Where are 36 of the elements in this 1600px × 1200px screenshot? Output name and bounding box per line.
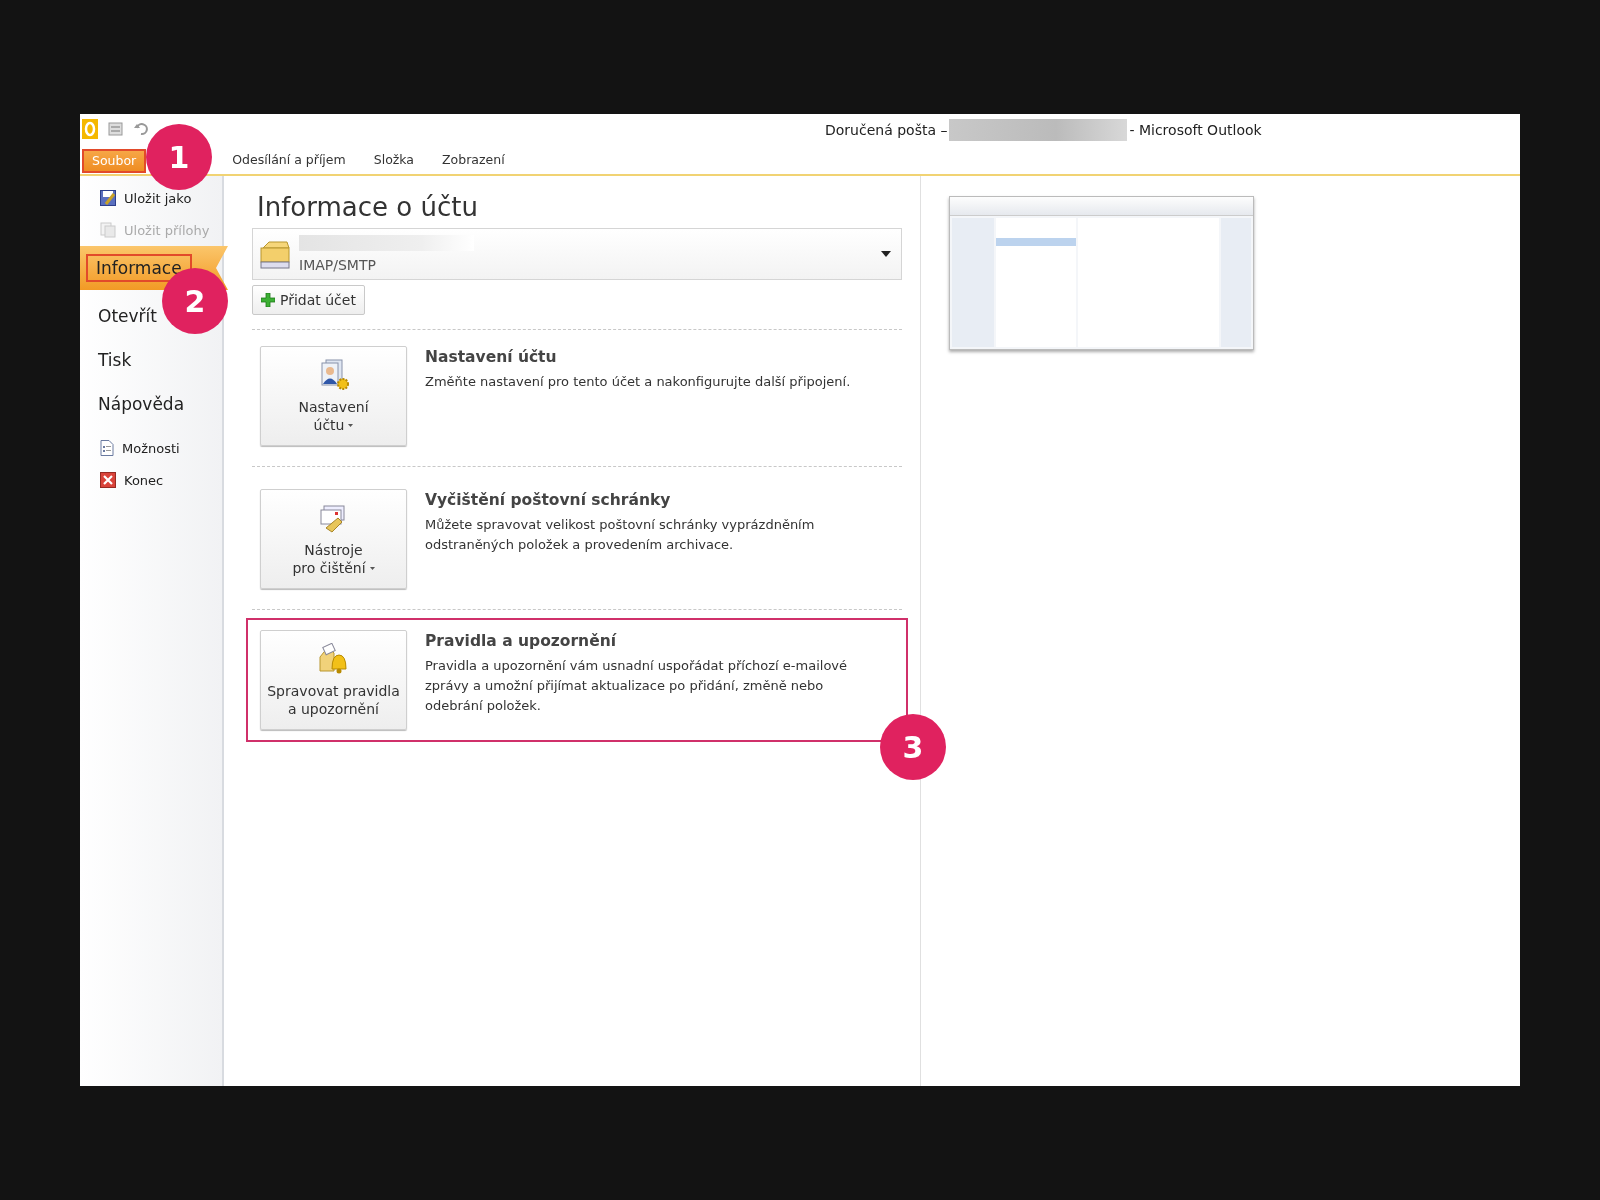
large-button[interactable]: Spravovat pravidla a upozornění — [260, 630, 407, 730]
section-description: Změňte nastavení pro tento účet a nakonfigurujte další připojení. — [425, 373, 852, 391]
outlook-logo-icon[interactable] — [82, 119, 98, 139]
ribbon-tab[interactable]: Složka — [370, 144, 417, 174]
sidebar-tab[interactable]: Tisk — [80, 338, 222, 382]
options-icon — [100, 440, 114, 456]
ribbon-tab[interactable]: Zobrazení — [439, 144, 508, 174]
section-title: Vyčištění poštovní schránky — [425, 491, 672, 509]
menu-command[interactable]: Možnosti — [80, 432, 222, 464]
window-title: - Microsoft Outlook — [1129, 122, 1262, 138]
window-title: Doručená pošta – — [825, 122, 948, 138]
account-dropdown[interactable]: IMAP/SMTP — [252, 228, 902, 280]
plus-icon — [261, 293, 275, 307]
menu-command[interactable]: Konec — [80, 464, 222, 496]
sidebar-tab[interactable]: Nápověda — [80, 382, 222, 426]
caret-icon — [881, 251, 891, 257]
undo-icon[interactable] — [134, 122, 148, 136]
page-heading: Informace o účtu — [257, 192, 479, 222]
add-account-button[interactable]: Přidat účet — [252, 285, 365, 315]
rules-alerts-icon — [317, 643, 350, 675]
section-description: Pravidla a upozornění vám usnadní uspořádat příchozí e-mailové zprávy a umožní přijímat aktualizace po přidání, změně nebo odebrání položek. — [425, 657, 849, 715]
large-button[interactable]: Nastavení účtu — [260, 346, 407, 446]
large-button[interactable]: Nástroje pro čištění — [260, 489, 407, 589]
save-as-icon — [100, 190, 116, 206]
caret-icon — [348, 423, 354, 427]
section-title: Pravidla a upozornění — [425, 632, 618, 650]
step-number-tooltip: 1 — [146, 124, 212, 190]
mailbox-icon — [259, 238, 293, 270]
section-description: Můžete spravovat velikost poštovní schránky vyprázdněním odstraněných položek a provedením archivace. — [425, 516, 816, 554]
caret-icon — [369, 566, 375, 570]
step-number-tooltip: 3 — [880, 714, 946, 780]
attachment-save-icon — [100, 222, 116, 238]
ribbon-tab[interactable]: Odesílání a příjem — [229, 144, 349, 174]
account-type: IMAP/SMTP — [299, 257, 377, 273]
exit-icon — [100, 472, 116, 488]
section-title: Nastavení účtu — [425, 348, 558, 366]
